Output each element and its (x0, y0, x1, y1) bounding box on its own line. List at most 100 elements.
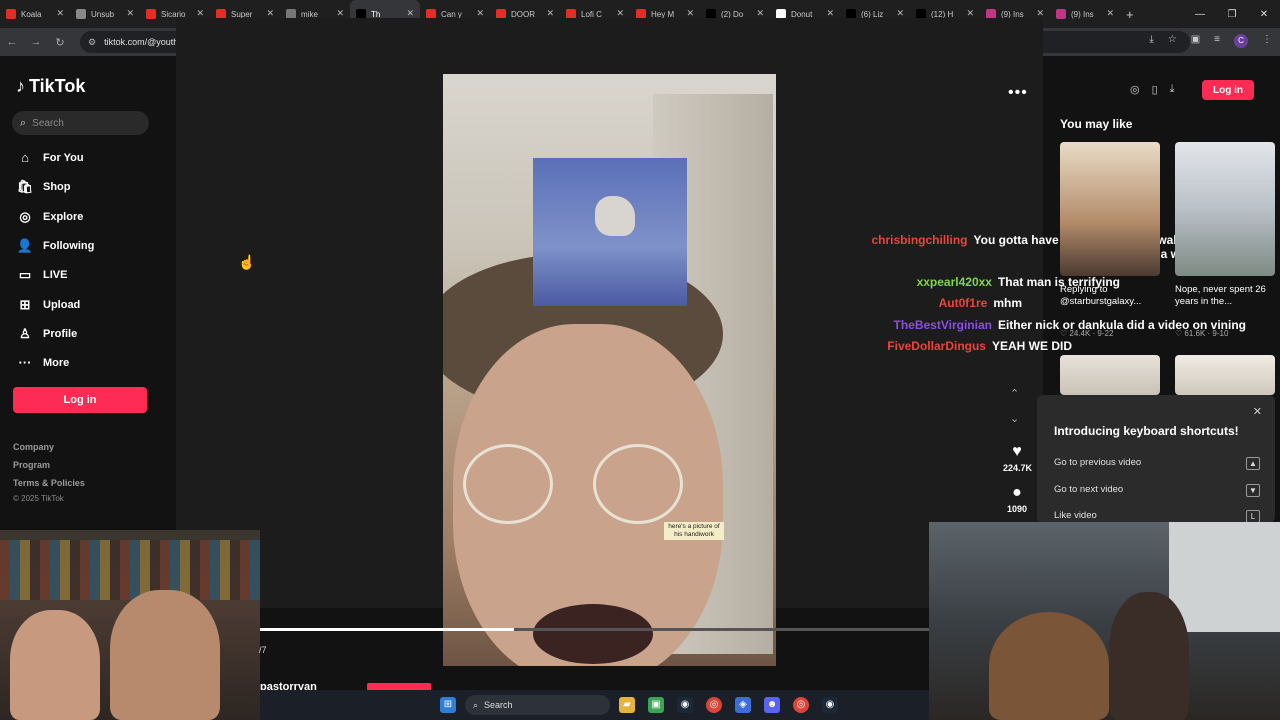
sidebar-item-label: Profile (43, 327, 78, 340)
tab-favicon-icon (146, 9, 156, 19)
chat-username: chrisbingchilling (871, 233, 968, 247)
sidebar-item-label: Explore (43, 210, 84, 223)
live-icon: ▭ (18, 267, 32, 283)
person-graphic (110, 590, 220, 720)
kebab-menu-icon[interactable]: ⋮ (1262, 34, 1272, 48)
search-input[interactable]: ⌕ Search (12, 111, 149, 135)
taskbar-search-label: Search (484, 700, 513, 710)
bookmark-star-icon[interactable]: ☆ (1168, 34, 1177, 48)
sidebar: ♪ TikTok ⌕ Search ⌂ For You 🛍 Shop ◎ Explore 👤… (0, 56, 175, 531)
next-video-arrow-icon[interactable]: ⌄ (1010, 412, 1019, 425)
tab-label: Unsub (91, 9, 115, 19)
shortcut-label: Go to previous video (1054, 457, 1142, 468)
steam-icon[interactable]: ◉ (822, 697, 838, 713)
sidebar-item-explore[interactable]: ◎ Explore (16, 209, 83, 225)
mouse-cursor-icon: ☝ (238, 254, 256, 270)
steam-icon[interactable]: ◉ (677, 697, 693, 713)
shortcut-label: Go to next video (1054, 484, 1124, 495)
file-explorer-icon[interactable]: ▰ (619, 697, 635, 713)
sidebar-item-label: Following (43, 239, 95, 252)
taskbar-search[interactable]: ⌕ Search (465, 695, 610, 715)
forward-icon[interactable]: → (24, 36, 48, 48)
header-login-button[interactable]: Log in (1202, 80, 1254, 100)
sidebar-item-more[interactable]: ··· More (16, 355, 70, 370)
sidebar-item-profile[interactable]: ♙ Profile (16, 326, 77, 342)
app-icon[interactable]: ▣ (648, 697, 664, 713)
recommendation-likes: 61.6K (1184, 329, 1206, 338)
like-count: 224.7K (1003, 463, 1033, 473)
close-window-icon[interactable]: ✕ (1248, 9, 1280, 20)
like-action[interactable]: ♥ 224.7K (1003, 443, 1033, 473)
menu-lines-icon[interactable]: ≡ (1214, 34, 1220, 48)
windows-start-icon[interactable]: ⊞ (440, 697, 456, 713)
chat-username: xxpearl420xx (916, 275, 992, 289)
sidebar-item-live[interactable]: ▭ LIVE (16, 267, 68, 283)
tab-close-icon[interactable]: ✕ (126, 8, 134, 19)
dog-graphic (989, 612, 1109, 720)
recommendation-caption[interactable]: Nope, never spent 26 years in the... (1175, 284, 1275, 308)
tiktok-note-icon: ♪ (16, 76, 25, 96)
sidebar-item-label: Shop (43, 181, 71, 194)
chat-username: TheBestVirginian (893, 318, 992, 332)
previous-video-arrow-icon[interactable]: ⌃ (1010, 387, 1019, 400)
install-icon[interactable]: ⤓ (1149, 34, 1153, 48)
comment-action[interactable]: ● 1090 (1003, 484, 1031, 514)
ship-graphic (595, 196, 635, 236)
search-placeholder: Search (32, 117, 64, 129)
mouth-graphic (533, 604, 653, 664)
sidebar-login-button[interactable]: Log in (13, 387, 147, 413)
extensions-icon[interactable]: ▣ (1191, 34, 1200, 48)
browser-tab[interactable]: (9) Ins ✕ (1050, 0, 1120, 28)
browser-tab[interactable]: Unsub ✕ (70, 0, 140, 28)
upload-icon: ⊞ (19, 296, 31, 312)
site-info-icon[interactable]: ⚙ (88, 37, 96, 48)
new-tab-button[interactable]: + (1126, 7, 1134, 22)
tab-close-icon[interactable]: ✕ (56, 8, 64, 19)
video-progress-fill (260, 628, 515, 631)
recommendation-thumbnail[interactable] (1060, 355, 1160, 395)
close-icon[interactable]: ✕ (1253, 405, 1262, 418)
sidebar-item-upload[interactable]: ⊞ Upload (16, 296, 81, 313)
heart-icon[interactable]: ♥ (1003, 443, 1031, 461)
tiktok-logo[interactable]: ♪ TikTok (16, 76, 85, 97)
footer-company-link[interactable]: Company (13, 442, 54, 452)
more-options-icon[interactable]: ••• (1008, 84, 1028, 102)
device-icon[interactable]: ▯ (1152, 83, 1158, 96)
app-icon[interactable]: ◈ (735, 697, 751, 713)
tab-close-icon[interactable]: ✕ (1106, 8, 1114, 19)
sidebar-item-following[interactable]: 👤 Following (16, 238, 94, 254)
recommendation-date: 9-10 (1212, 329, 1229, 338)
recommendation-thumbnail[interactable] (1060, 142, 1160, 276)
reload-icon[interactable]: ↻ (48, 36, 72, 49)
discord-icon[interactable]: ☻ (764, 697, 780, 713)
video-overlay-caption: here's a picture of his handiwork (664, 522, 724, 540)
video-progress-bar[interactable] (260, 628, 929, 631)
webcam-overlay-left (0, 530, 260, 720)
profile-avatar[interactable]: C (1234, 34, 1248, 48)
browser-actions: ⤓ ☆ ▣ ≡ C ⋮ (1149, 34, 1272, 48)
back-icon[interactable]: ← (0, 36, 24, 48)
sidebar-item-shop[interactable]: 🛍 Shop (16, 179, 71, 195)
recommendation-caption[interactable]: Replying to @starburstgalaxy... (1060, 284, 1160, 308)
download-icon[interactable]: ⤓ (1170, 83, 1175, 96)
coins-icon[interactable]: ◎ (1130, 83, 1140, 96)
tab-label: (9) Ins (1071, 9, 1094, 19)
chrome-icon[interactable]: ◎ (793, 697, 809, 713)
minimize-icon[interactable]: — (1184, 9, 1216, 20)
sidebar-item-for-you[interactable]: ⌂ For You (16, 150, 83, 165)
recommendation-thumbnail[interactable] (1175, 142, 1275, 276)
search-icon: ⌕ (20, 116, 27, 129)
brand-name: TikTok (29, 76, 86, 96)
recommendation-thumbnail[interactable] (1175, 355, 1275, 395)
footer-program-link[interactable]: Program (13, 460, 50, 470)
profile-icon: ♙ (19, 325, 31, 341)
chat-message: Aut0f1re mhm (939, 296, 1022, 310)
footer-terms-link[interactable]: Terms & Policies (13, 478, 85, 488)
maximize-icon[interactable]: ❐ (1216, 9, 1248, 20)
comment-bubble-icon[interactable]: ● (1003, 484, 1031, 502)
browser-tab[interactable]: Koala ✕ (0, 0, 70, 28)
chrome-icon[interactable]: ◎ (706, 697, 722, 713)
shortcut-row: Go to previous video ▲ (1054, 457, 1260, 470)
person-graphic (10, 610, 100, 720)
recommendation-likes: 24.4K (1069, 329, 1091, 338)
